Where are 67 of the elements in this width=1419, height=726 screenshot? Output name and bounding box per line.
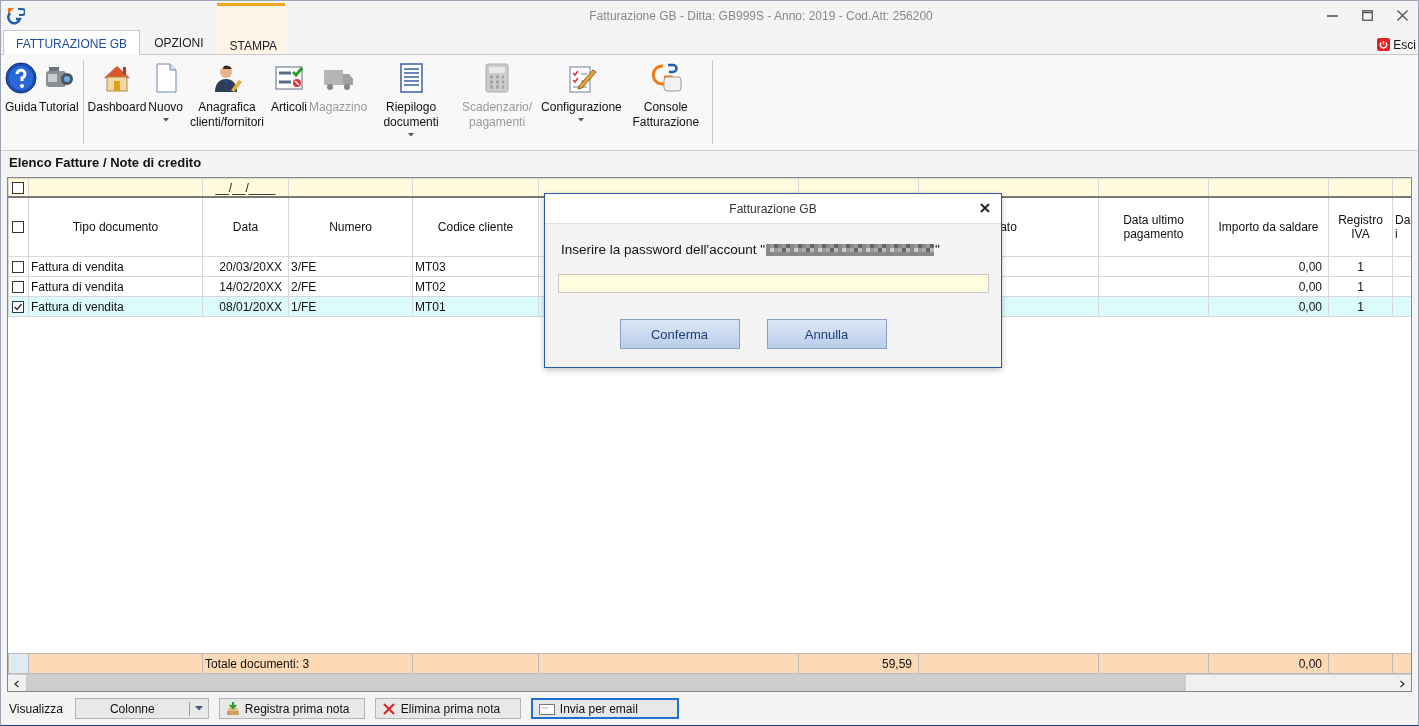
- checkbox[interactable]: [12, 280, 24, 293]
- table-cell: 0,00: [1298, 259, 1322, 274]
- logo-badge-icon: [649, 61, 682, 94]
- total-cell: 0,00: [1298, 656, 1322, 671]
- table-cell: 08/01/20XX: [219, 299, 282, 314]
- columns-dropdown[interactable]: Colonne: [74, 698, 209, 719]
- table-cell: 1/FE: [291, 299, 317, 314]
- table-cell: 3/FE: [291, 259, 317, 274]
- table-cell: 1: [1357, 279, 1364, 294]
- quote-mark: ": [935, 242, 940, 257]
- table-cell: 2/FE: [291, 279, 317, 294]
- envelope-icon: [538, 701, 555, 716]
- power-icon: [1377, 38, 1391, 52]
- dialog-title: Fatturazione GB: [729, 201, 817, 216]
- checkbox[interactable]: [12, 300, 24, 313]
- checkbox[interactable]: [12, 181, 24, 194]
- total-label: Totale documenti: 3: [205, 656, 310, 671]
- window-title: Fatturazione GB - Ditta: GB999S - Anno: 2019 - Cod.Att: 256200: [588, 8, 934, 23]
- ribbon-button[interactable]: Console Fatturazione: [622, 59, 709, 144]
- minimize-icon: [1327, 14, 1338, 17]
- exit-button[interactable]: Esci: [1377, 30, 1418, 54]
- help-icon: [5, 61, 37, 94]
- ribbon-button[interactable]: Riepilogo documenti: [368, 59, 455, 144]
- toolbar-button[interactable]: Invia per email: [530, 698, 679, 719]
- ribbon-button[interactable]: Dashboard: [86, 59, 148, 144]
- prompt-text: Inserire la password dell'account ": [561, 242, 765, 257]
- checkbox[interactable]: [12, 260, 24, 273]
- checkbox[interactable]: [12, 221, 24, 233]
- table-cell: 1: [1357, 299, 1364, 314]
- table-cell: 14/02/20XX: [219, 279, 282, 294]
- stack-arrow-icon: [225, 701, 240, 716]
- toolbar-button[interactable]: Registra prima nota: [218, 698, 365, 719]
- table-cell: Fattura di vendita: [31, 259, 124, 274]
- ribbon-button[interactable]: Configurazione: [540, 59, 623, 144]
- app-logo-icon: [7, 6, 25, 25]
- table-cell: 0,00: [1298, 299, 1322, 314]
- table-cell: Fattura di vendita: [31, 279, 124, 294]
- table-cell: 1: [1357, 259, 1364, 274]
- table-cell: 20/03/20XX: [219, 259, 282, 274]
- dialog-button[interactable]: Annulla: [766, 319, 887, 349]
- cross-icon: [381, 701, 396, 716]
- scroll-left-icon: [13, 679, 21, 688]
- dropdown-arrow-icon: [194, 706, 203, 711]
- ribbon-button[interactable]: Nuovo: [147, 59, 184, 144]
- ribbon-button[interactable]: Tutorial: [38, 59, 80, 144]
- scroll-right-icon: [1398, 679, 1406, 688]
- view-label: Visualizza: [9, 701, 63, 716]
- ribbon-tab[interactable]: STAMPA: [217, 3, 286, 54]
- table-cell: MT03: [415, 259, 446, 274]
- ribbon-button[interactable]: Guida: [4, 59, 39, 144]
- table-cell: Fattura di vendita: [31, 299, 124, 314]
- scrollbar-thumb[interactable]: [26, 675, 1186, 691]
- table-cell: 0,00: [1298, 279, 1322, 294]
- dialog-button[interactable]: Conferma: [619, 319, 740, 349]
- table-cell: MT02: [415, 279, 446, 294]
- close-icon: [980, 203, 990, 213]
- total-cell: 59,59: [881, 656, 912, 671]
- ribbon-button[interactable]: Anagrafica clienti/fornitori: [184, 59, 270, 144]
- table-cell: MT01: [415, 299, 446, 314]
- list-title: Elenco Fatture / Note di credito: [8, 154, 203, 172]
- maximize-icon: [1362, 10, 1373, 22]
- toolbar-button[interactable]: Elimina prima nota: [374, 698, 521, 719]
- close-icon: [1397, 10, 1408, 22]
- password-field[interactable]: [558, 274, 989, 293]
- ribbon-tab[interactable]: OPZIONI: [142, 30, 216, 54]
- ribbon-button[interactable]: Articoli: [270, 59, 309, 144]
- ribbon-tab[interactable]: FATTURAZIONE GB: [3, 30, 141, 55]
